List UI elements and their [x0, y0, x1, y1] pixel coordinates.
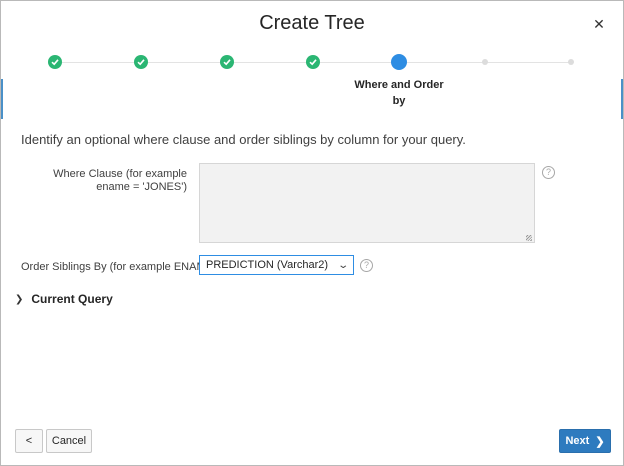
check-icon — [220, 55, 234, 69]
wizard-step-label: Where and Order by — [354, 79, 444, 107]
check-icon — [306, 55, 320, 69]
chevron-right-icon: ❯ — [15, 293, 24, 305]
resize-grip-icon[interactable] — [526, 235, 532, 241]
current-step-indicator — [391, 54, 407, 70]
where-clause-textarea[interactable] — [199, 163, 535, 243]
order-siblings-select[interactable]: PREDICTION (Varchar2) ⌄ — [199, 255, 354, 275]
current-query-toggle[interactable]: ❯ Current Query — [15, 292, 113, 306]
help-icon[interactable]: ? — [542, 166, 555, 179]
where-clause-label: Where Clause (for example ename = 'JONES… — [53, 168, 187, 193]
check-icon — [134, 55, 148, 69]
current-query-label: Current Query — [31, 292, 113, 306]
close-button[interactable]: ✕ — [589, 14, 609, 34]
back-button[interactable]: < — [15, 429, 43, 453]
order-siblings-value: PREDICTION (Varchar2) — [206, 259, 329, 271]
create-tree-dialog: Create Tree ✕ Where and Order by Identif… — [0, 0, 624, 466]
next-button-label: Next — [565, 435, 590, 447]
check-icon — [48, 55, 62, 69]
cancel-button[interactable]: Cancel — [46, 429, 92, 453]
next-button[interactable]: Next ❯ — [559, 429, 611, 453]
chevron-right-icon: ❯ — [595, 435, 605, 448]
wizard-progress: Where and Order by — [1, 53, 623, 113]
order-siblings-label: Order Siblings By (for example ENAME) — [21, 261, 217, 273]
help-icon[interactable]: ? — [360, 259, 373, 272]
intro-text: Identify an optional where clause and or… — [21, 132, 466, 147]
dialog-title: Create Tree — [259, 12, 365, 34]
future-step-indicator — [568, 59, 574, 65]
close-icon: ✕ — [593, 15, 605, 32]
chevron-down-icon: ⌄ — [336, 259, 349, 271]
chevron-left-icon: < — [25, 435, 33, 447]
future-step-indicator — [482, 59, 488, 65]
